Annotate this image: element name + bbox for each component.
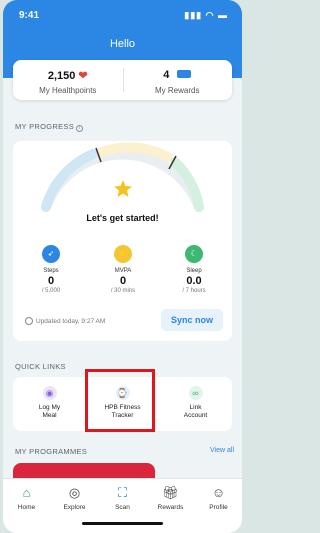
progress-card: Let's get started! ➶ Steps 0 / 5,000 ⚡ M… [13, 141, 232, 341]
nav-label: Profile [209, 504, 228, 511]
nav-label: Scan [115, 504, 130, 511]
profile-icon: ☺ [211, 485, 226, 500]
metric-label: MVPA [114, 268, 132, 274]
home-indicator [82, 522, 163, 525]
nav-label: Home [17, 504, 36, 511]
healthpoints-value-row: 2,150 ❤ [13, 69, 123, 82]
quick-links-title: QUICK LINKS [15, 362, 66, 371]
healthpoints-button[interactable]: 2,150 ❤ My Healthpoints [13, 60, 123, 100]
metric-label: Sleep [186, 268, 202, 274]
heart-icon: ❤ [78, 70, 88, 82]
home-icon: ⌂ [22, 485, 31, 500]
healthpoints-label: My Healthpoints [39, 86, 97, 95]
updated-text: Updated today, 9:27 AM [36, 318, 106, 325]
shoe-icon: ➶ [42, 245, 60, 263]
nav-item-rewards[interactable]: 🎁︎ Rewards [147, 485, 194, 511]
status-icons: ▮▮▮ ◠ ▬ [184, 10, 228, 20]
nav-item-profile[interactable]: ☺ Profile [195, 485, 242, 511]
phone-screen: 9:41 ▮▮▮ ◠ ▬ Hello 2,150 ❤ My Healthpoint… [3, 0, 242, 533]
summary-card: 2,150 ❤ My Healthpoints 4 My Rewards [13, 60, 232, 100]
metric-target: / 30 mins [110, 288, 136, 294]
metric-target: / 7 hours [182, 288, 206, 294]
quick-link-label-line1: Link [189, 404, 202, 411]
nav-item-scan[interactable]: ⛶ Scan [99, 485, 146, 511]
status-time: 9:41 [19, 10, 40, 21]
rewards-value-row: 4 [123, 69, 233, 81]
metric-label: Steps [43, 268, 59, 274]
highlight-box [85, 369, 155, 432]
programmes-title: MY PROGRAMMES [15, 447, 88, 456]
metric-sleep[interactable]: ☾ Sleep 0.0 / 7 hours [164, 245, 224, 294]
updated-timestamp: Updated today, 9:27 AM [25, 317, 105, 325]
quick-link-label: Link Account [159, 404, 232, 420]
meal-icon: ◉ [42, 386, 57, 400]
sync-now-button[interactable]: Sync now [161, 309, 223, 331]
rewards-button[interactable]: 4 My Rewards [123, 60, 233, 100]
nav-label: Rewards [157, 504, 184, 511]
healthpoints-value: 2,150 [47, 70, 76, 82]
gauge-segment-sleep [170, 157, 204, 212]
quick-link-label-line1: Log My [38, 404, 61, 411]
quick-link-label: Log My Meal [13, 404, 86, 420]
metric-target: / 5,000 [41, 288, 61, 294]
moon-icon: ☾ [185, 245, 203, 263]
nav-item-home[interactable]: ⌂ Home [3, 485, 50, 511]
view-all-link[interactable]: View all [210, 447, 234, 454]
quick-link-label-line2: Account [183, 412, 208, 419]
page-title: Hello [109, 38, 136, 50]
clock-icon [25, 317, 33, 325]
nav-item-explore[interactable]: ◎ Explore [51, 485, 98, 511]
compass-icon: ◎ [68, 485, 81, 500]
gift-icon: 🎁︎ [162, 485, 179, 500]
quick-link-label-line2: Meal [42, 412, 57, 419]
rewards-value: 4 [163, 69, 170, 81]
metric-value: 0 [47, 275, 55, 287]
quick-link-log-meal[interactable]: ◉ Log My Meal [13, 377, 86, 431]
quick-link-link-account[interactable]: ∞ Link Account [159, 377, 232, 431]
metric-mvpa[interactable]: ⚡ MVPA 0 / 30 mins [93, 245, 153, 294]
status-bar: 9:41 ▮▮▮ ◠ ▬ [19, 10, 228, 22]
progress-section-title: MY PROGRESS i [15, 122, 84, 132]
bolt-icon: ⚡ [114, 245, 132, 263]
metric-value: 0 [119, 275, 127, 287]
scan-icon: ⛶ [117, 485, 128, 500]
progress-title-text: MY PROGRESS [15, 122, 75, 131]
metric-steps[interactable]: ➶ Steps 0 / 5,000 [21, 245, 81, 294]
star-icon [113, 179, 133, 199]
info-icon[interactable]: i [76, 125, 84, 132]
ticket-icon [177, 70, 192, 78]
nav-label: Explore [63, 504, 86, 511]
link-icon: ∞ [188, 386, 203, 400]
get-started-message: Let's get started! [86, 213, 159, 223]
metric-value: 0.0 [186, 275, 202, 287]
rewards-label: My Rewards [155, 86, 200, 95]
